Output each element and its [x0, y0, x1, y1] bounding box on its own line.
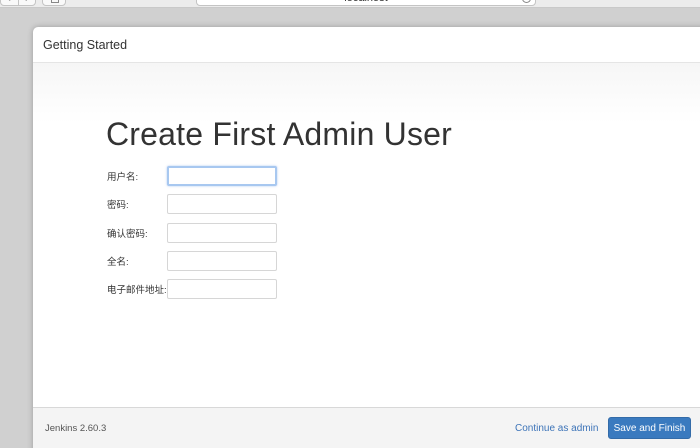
panel-title: Getting Started [43, 37, 128, 52]
password-field[interactable] [167, 194, 277, 214]
version-label: Jenkins 2.60.3 [45, 423, 107, 434]
panel-header: Getting Started [33, 27, 700, 63]
fullname-label: 全名: [107, 257, 129, 268]
url-text: localhost [344, 0, 387, 4]
page-title: Create First Admin User [106, 116, 453, 152]
back-icon[interactable]: ‹ [1, 0, 18, 5]
address-bar[interactable]: localhost [196, 0, 536, 6]
form-row-email: 电子邮件地址: [107, 279, 277, 299]
confirm-password-field[interactable] [167, 223, 277, 243]
username-label: 用户名: [107, 172, 139, 183]
share-icon[interactable] [42, 0, 66, 6]
panel-footer: Jenkins 2.60.3 Continue as admin Save an… [33, 407, 700, 448]
password-label: 密码: [107, 200, 129, 211]
form-row-confirm-password: 确认密码: [107, 223, 277, 243]
fullname-field[interactable] [167, 251, 277, 271]
forward-icon[interactable]: › [17, 0, 36, 5]
form-row-fullname: 全名: [107, 251, 277, 271]
confirm-password-label: 确认密码: [107, 229, 148, 240]
continue-as-admin-link[interactable]: Continue as admin [515, 423, 598, 434]
email-field[interactable] [167, 279, 277, 299]
browser-toolbar: ‹ › localhost [0, 0, 700, 8]
save-and-finish-button[interactable]: Save and Finish [608, 417, 691, 439]
panel-body: Create First Admin User 用户名: 密码: 确认密码: 全… [33, 63, 700, 407]
email-label: 电子邮件地址: [107, 285, 167, 296]
form-row-password: 密码: [107, 194, 277, 214]
browser-nav-buttons: ‹ › [0, 0, 36, 6]
setup-wizard-panel: Getting Started Create First Admin User … [33, 27, 700, 448]
username-field[interactable] [167, 166, 277, 186]
reload-icon[interactable] [522, 0, 531, 3]
form-row-username: 用户名: [107, 166, 277, 186]
